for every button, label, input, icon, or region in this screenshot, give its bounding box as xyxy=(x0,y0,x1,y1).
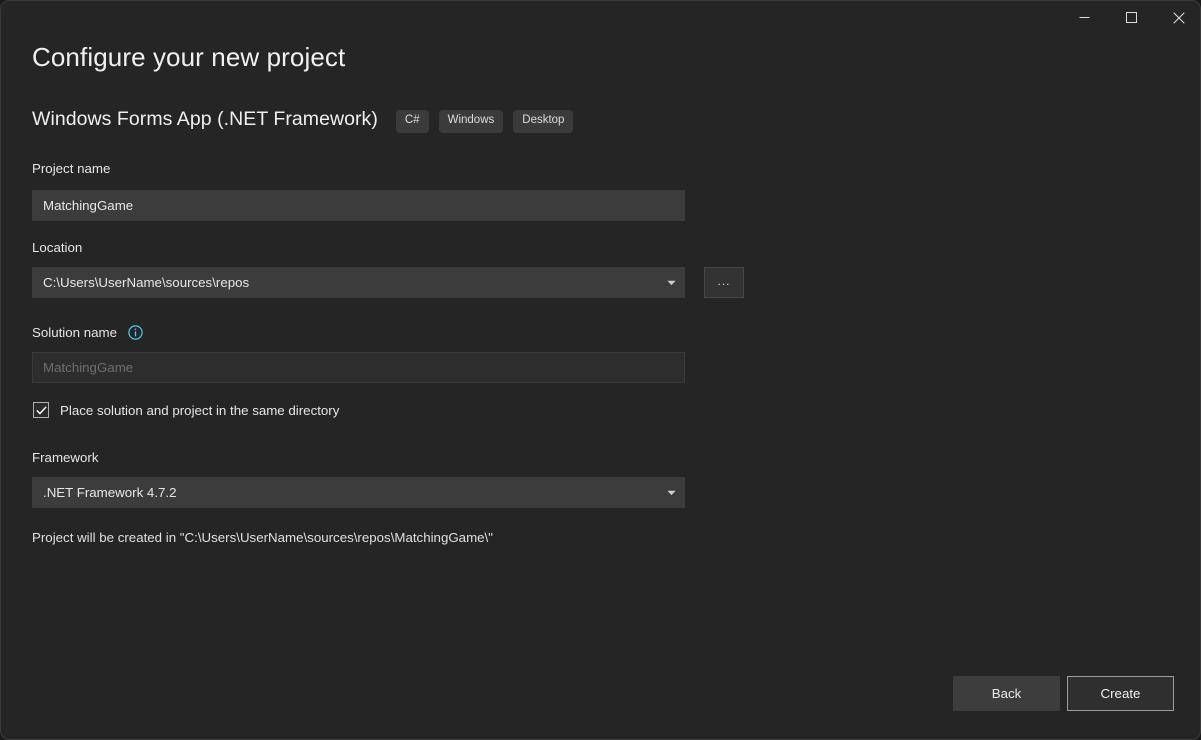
configure-project-dialog: Configure your new project Windows Forms… xyxy=(0,0,1201,740)
location-combobox[interactable]: C:\Users\UserName\sources\repos xyxy=(32,267,685,298)
template-tags: C# Windows Desktop xyxy=(396,107,574,133)
tag-platform: Windows xyxy=(439,110,504,133)
tag-project-type: Desktop xyxy=(513,110,573,133)
same-directory-checkbox[interactable] xyxy=(33,402,49,418)
back-button[interactable]: Back xyxy=(953,676,1060,711)
solution-name-label-text: Solution name xyxy=(32,325,117,340)
same-directory-label: Place solution and project in the same d… xyxy=(60,403,339,418)
close-icon xyxy=(1173,12,1185,24)
framework-combobox[interactable]: .NET Framework 4.7.2 xyxy=(32,477,685,508)
close-button[interactable] xyxy=(1155,1,1201,34)
framework-label: Framework xyxy=(32,450,99,465)
minimize-button[interactable] xyxy=(1061,1,1108,34)
page-title: Configure your new project xyxy=(32,42,345,73)
chevron-down-icon xyxy=(667,280,676,286)
template-name: Windows Forms App (.NET Framework) xyxy=(32,108,378,131)
window-controls xyxy=(1061,1,1201,34)
template-header: Windows Forms App (.NET Framework) C# Wi… xyxy=(32,107,573,133)
location-label: Location xyxy=(32,240,82,255)
project-path-note: Project will be created in "C:\Users\Use… xyxy=(32,530,493,545)
project-name-input[interactable] xyxy=(32,190,685,221)
framework-value: .NET Framework 4.7.2 xyxy=(33,485,658,500)
solution-name-label: Solution name xyxy=(32,325,143,340)
location-value: C:\Users\UserName\sources\repos xyxy=(33,275,658,290)
title-bar xyxy=(1,1,1201,34)
browse-location-button[interactable]: ... xyxy=(704,267,744,298)
minimize-icon xyxy=(1079,12,1090,23)
project-name-label: Project name xyxy=(32,161,110,176)
checkmark-icon xyxy=(36,406,47,415)
info-icon[interactable] xyxy=(128,325,143,340)
maximize-icon xyxy=(1126,12,1137,23)
location-dropdown-button[interactable] xyxy=(658,280,684,286)
maximize-button[interactable] xyxy=(1108,1,1155,34)
same-directory-checkbox-row[interactable]: Place solution and project in the same d… xyxy=(33,402,339,418)
tag-language: C# xyxy=(396,110,429,133)
chevron-down-icon xyxy=(667,490,676,496)
framework-dropdown-button[interactable] xyxy=(658,490,684,496)
solution-name-input xyxy=(32,352,685,383)
create-button[interactable]: Create xyxy=(1067,676,1174,711)
